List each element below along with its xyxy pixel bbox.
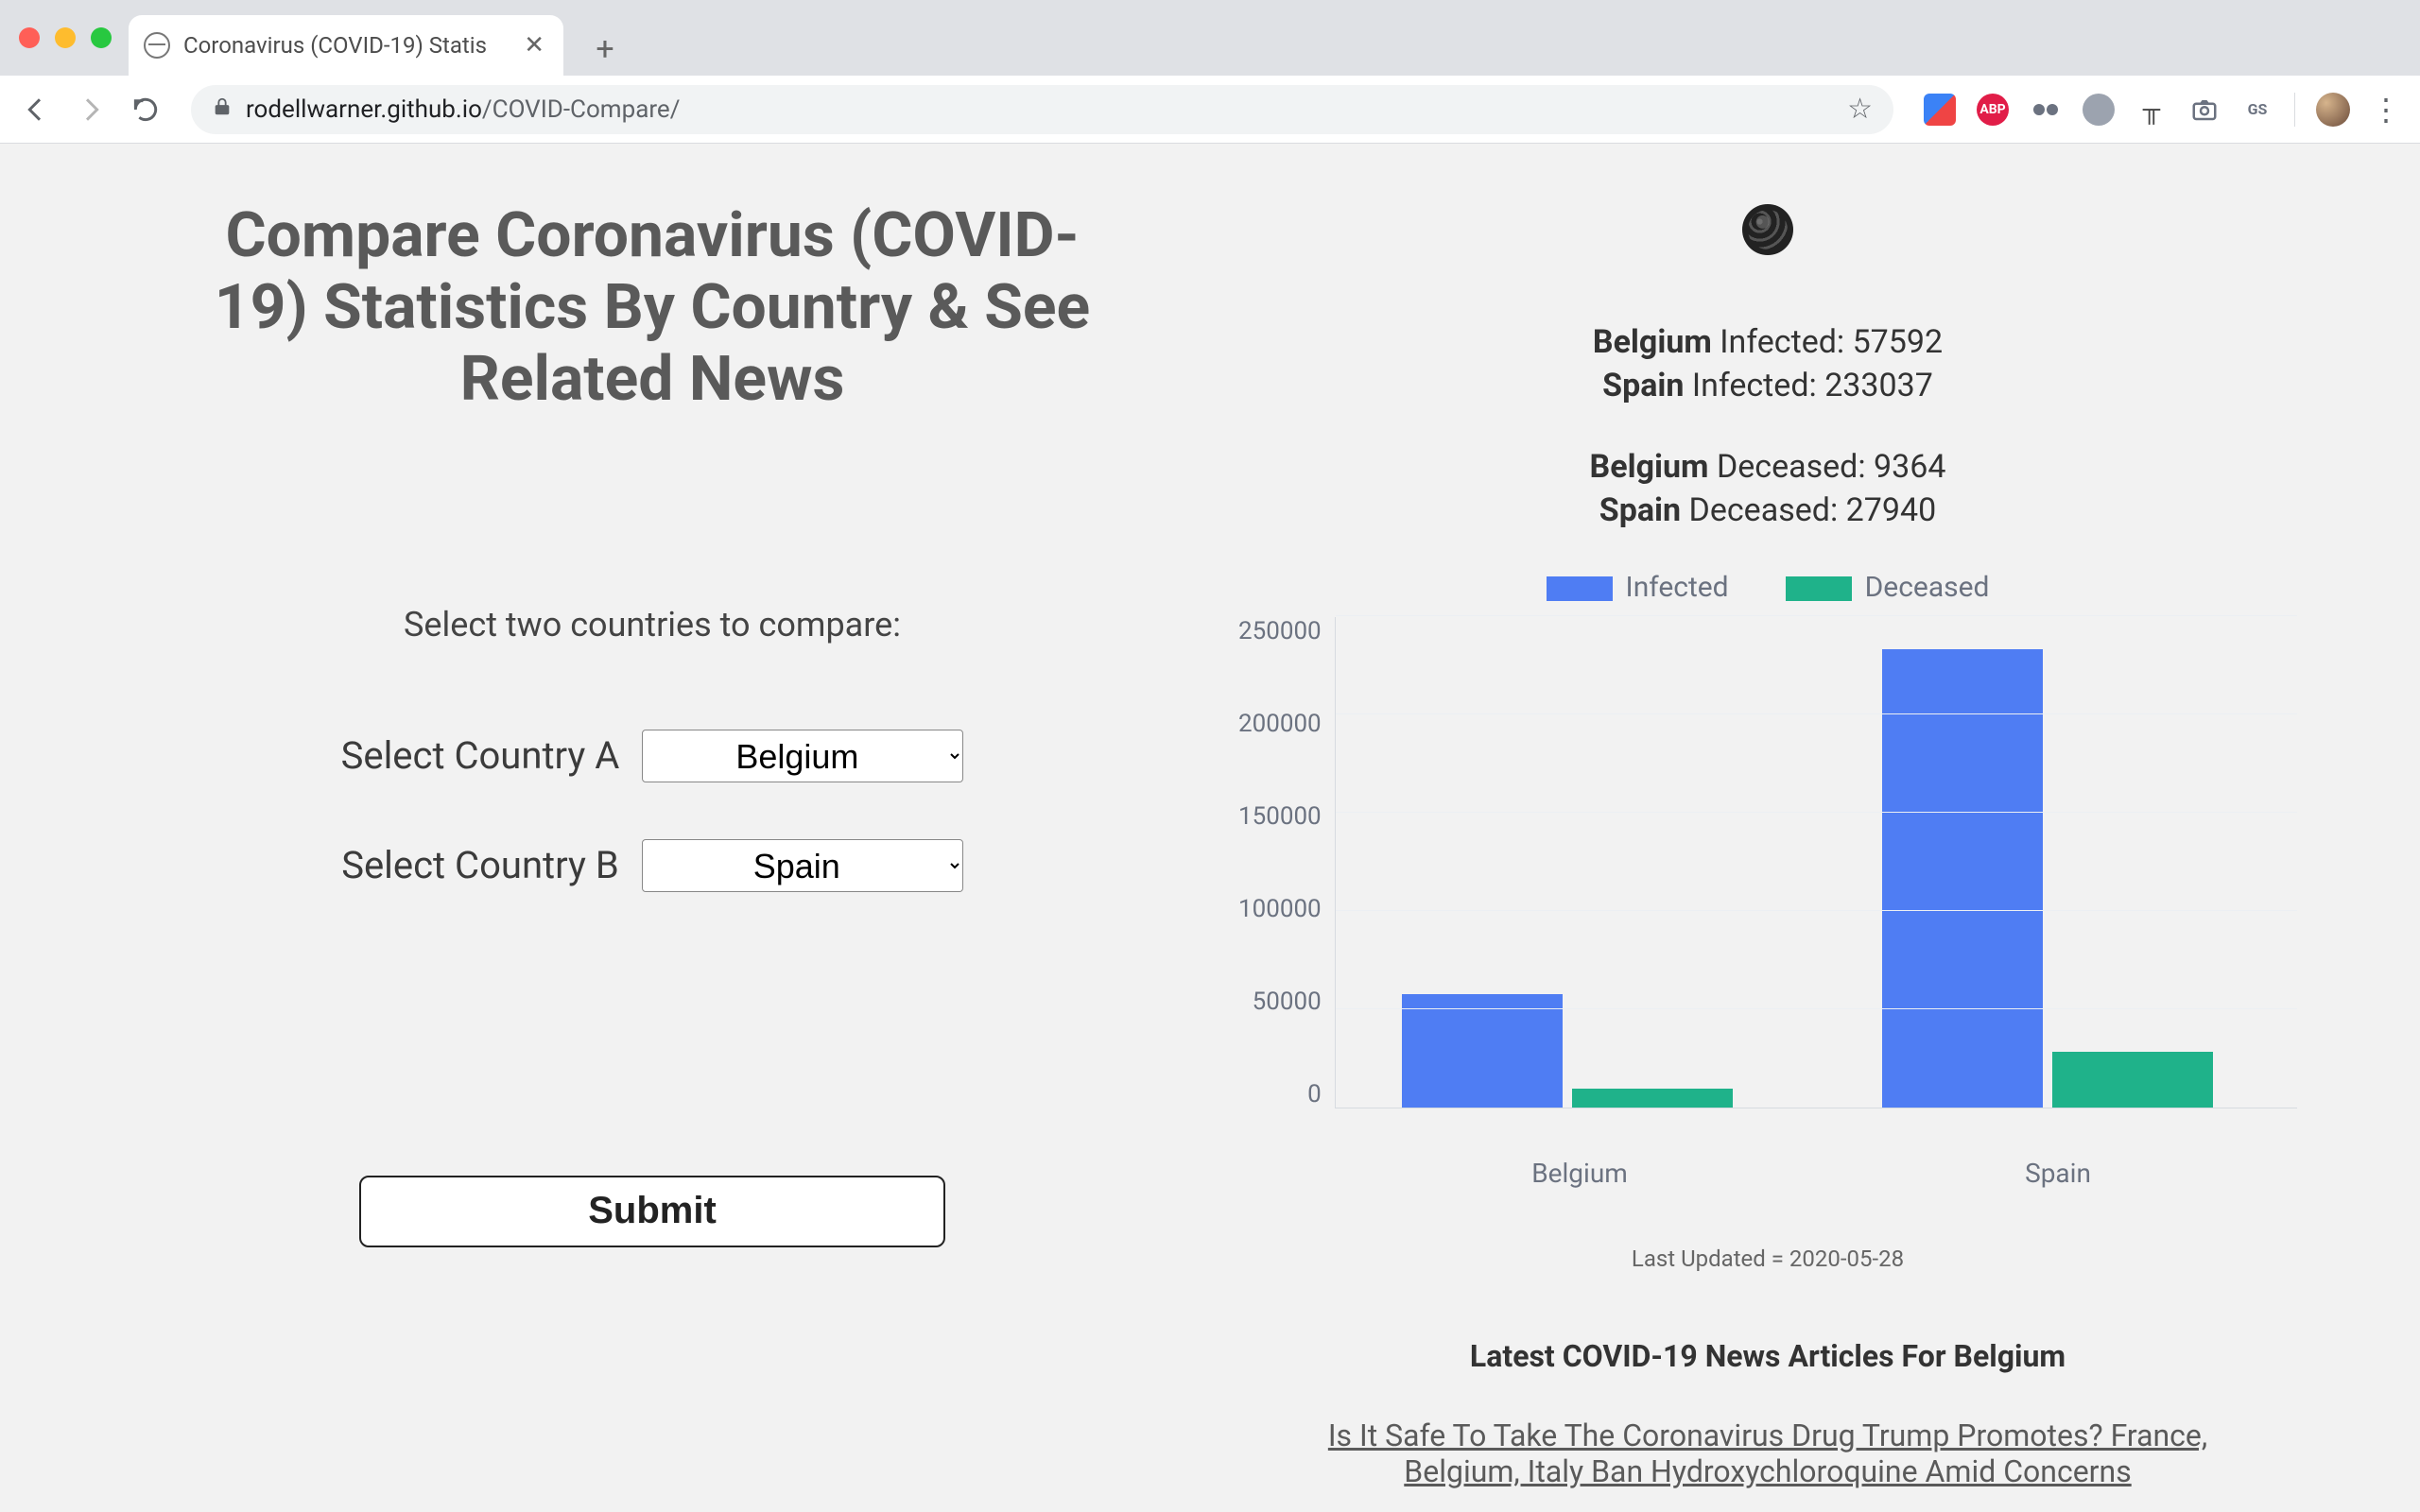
chart-bar-group: [1336, 617, 1817, 1108]
infected-stats: Belgium Infected: 57592 Spain Infected: …: [1593, 321, 1943, 408]
page-content: Compare Coronavirus (COVID-19) Statistic…: [0, 144, 2420, 1512]
country-a-select[interactable]: Belgium: [642, 730, 963, 782]
chart-plot-area: [1335, 617, 2297, 1108]
results-column: Belgium Infected: 57592 Spain Infected: …: [1229, 200, 2307, 1512]
page-title: Compare Coronavirus (COVID-19) Statistic…: [189, 200, 1115, 416]
stat-value: 27940: [1846, 491, 1937, 529]
browser-tab[interactable]: Coronavirus (COVID-19) Statis ✕: [129, 15, 563, 76]
chart-body: 250000 200000 150000 100000 50000 0: [1238, 617, 2297, 1146]
y-tick-label: 0: [1307, 1080, 1322, 1108]
stat-country: Spain: [1599, 491, 1681, 529]
camera-icon[interactable]: [2188, 94, 2221, 126]
toolbar-divider: [2294, 93, 2295, 127]
profile-avatar[interactable]: [2316, 93, 2350, 127]
url-path: /COVID-Compare/: [482, 95, 681, 124]
lock-icon: [212, 95, 233, 124]
country-a-row: Select Country A Belgium: [341, 730, 964, 782]
nav-reload-button[interactable]: [129, 93, 163, 127]
extension-icon[interactable]: [2083, 94, 2115, 126]
submit-button[interactable]: Submit: [359, 1176, 945, 1247]
stat-line: Belgium Deceased: 9364: [1590, 446, 1946, 490]
new-tab-button[interactable]: +: [579, 23, 631, 76]
stat-value: 57592: [1853, 323, 1944, 361]
chart-gridline: [1336, 1008, 2297, 1009]
legend-label: Deceased: [1865, 571, 1990, 604]
chart-bar-groups: [1336, 617, 2297, 1108]
window-close-button[interactable]: [19, 27, 40, 48]
y-tick-label: 50000: [1253, 988, 1322, 1016]
chart-y-axis: 250000 200000 150000 100000 50000 0: [1238, 617, 1335, 1108]
tab-strip: Coronavirus (COVID-19) Statis ✕ +: [0, 0, 2420, 76]
chart-gridline: [1336, 615, 2297, 616]
stat-value: 9364: [1874, 448, 1945, 486]
x-tick-label: Spain: [1819, 1158, 2297, 1189]
last-updated: Last Updated = 2020-05-28: [1632, 1246, 1904, 1272]
stat-line: Belgium Infected: 57592: [1593, 321, 1943, 365]
adblock-icon[interactable]: ABP: [1977, 94, 2009, 126]
news-article-link[interactable]: Is It Safe To Take The Coronavirus Drug …: [1267, 1418, 2269, 1489]
chart-bar-deceased: [2052, 1052, 2213, 1107]
chart-gridline: [1336, 910, 2297, 911]
nav-back-button[interactable]: [19, 93, 53, 127]
news-heading: Latest COVID-19 News Articles For Belgiu…: [1470, 1338, 2066, 1374]
stat-country: Spain: [1602, 367, 1684, 404]
stat-value: 233037: [1824, 367, 1933, 404]
extension-icon[interactable]: GS: [2241, 94, 2273, 126]
chart-bar-infected: [1882, 649, 2043, 1108]
url-text: rodellwarner.github.io/COVID-Compare/: [246, 95, 680, 124]
globe-icon: [1742, 204, 1793, 255]
stat-line: Spain Deceased: 27940: [1590, 490, 1946, 533]
chart-bar-infected: [1402, 994, 1563, 1108]
stat-label: Deceased:: [1689, 491, 1839, 529]
extension-icon[interactable]: [1924, 94, 1956, 126]
y-tick-label: 250000: [1238, 617, 1322, 645]
form-prompt: Select two countries to compare:: [404, 605, 901, 644]
y-tick-label: 200000: [1238, 710, 1322, 738]
stat-line: Spain Infected: 233037: [1593, 365, 1943, 408]
globe-icon: [144, 32, 170, 59]
legend-label: Infected: [1626, 571, 1729, 604]
chart-gridline: [1336, 713, 2297, 714]
chart-bar-group: [1816, 617, 2297, 1108]
url-field[interactable]: rodellwarner.github.io/COVID-Compare/ ☆: [191, 85, 1893, 134]
stat-country: Belgium: [1593, 323, 1712, 361]
chart-gridline: [1336, 812, 2297, 813]
chart: Infected Deceased 250000 200000 150000 1000…: [1238, 571, 2297, 1189]
extension-icons: ABP ╥ GS ⋮: [1924, 92, 2401, 128]
tab-title: Coronavirus (COVID-19) Statis: [183, 32, 510, 59]
legend-item-infected: Infected: [1547, 571, 1729, 604]
controls-column: Compare Coronavirus (COVID-19) Statistic…: [113, 200, 1191, 1512]
country-b-select[interactable]: Spain: [642, 839, 963, 892]
stat-label: Infected:: [1720, 323, 1844, 361]
legend-item-deceased: Deceased: [1786, 571, 1990, 604]
legend-swatch-icon: [1786, 576, 1852, 601]
country-b-row: Select Country B Spain: [341, 839, 963, 892]
y-tick-label: 150000: [1238, 802, 1322, 831]
address-bar: rodellwarner.github.io/COVID-Compare/ ☆ …: [0, 76, 2420, 144]
url-domain: rodellwarner.github.io: [246, 95, 482, 124]
window-minimize-button[interactable]: [55, 27, 76, 48]
extension-icon[interactable]: ╥: [2135, 94, 2168, 126]
x-tick-label: Belgium: [1340, 1158, 1819, 1189]
chart-bar-deceased: [1572, 1089, 1733, 1107]
legend-swatch-icon: [1547, 576, 1613, 601]
stat-label: Infected:: [1692, 367, 1817, 404]
stat-label: Deceased:: [1717, 448, 1866, 486]
window-zoom-button[interactable]: [91, 27, 112, 48]
stat-country: Belgium: [1590, 448, 1709, 486]
extension-icon[interactable]: [2030, 94, 2062, 126]
bookmark-star-icon[interactable]: ☆: [1847, 93, 1873, 126]
browser-menu-icon[interactable]: ⋮: [2371, 92, 2401, 128]
country-b-label: Select Country B: [341, 843, 619, 887]
nav-forward-button[interactable]: [74, 93, 108, 127]
deceased-stats: Belgium Deceased: 9364 Spain Deceased: 2…: [1590, 446, 1946, 533]
browser-chrome: Coronavirus (COVID-19) Statis ✕ + rodell…: [0, 0, 2420, 144]
chart-x-axis: BelgiumSpain: [1340, 1158, 2297, 1189]
tab-close-icon[interactable]: ✕: [524, 33, 544, 58]
window-controls: [19, 0, 129, 76]
country-a-label: Select Country A: [341, 733, 620, 778]
y-tick-label: 100000: [1238, 895, 1322, 923]
chart-legend: Infected Deceased: [1238, 571, 2297, 604]
